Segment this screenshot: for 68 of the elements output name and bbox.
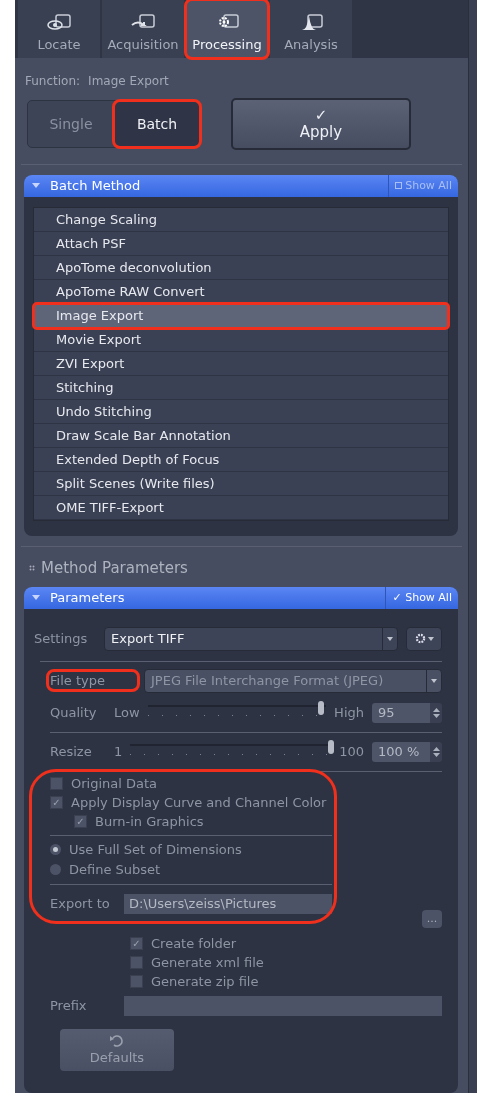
method-item[interactable]: Split Scenes (Write files) <box>34 471 448 496</box>
undo-icon <box>109 1034 125 1049</box>
browse-button[interactable]: ... <box>422 909 442 928</box>
checkbox-label: Apply Display Curve and Channel Color <box>71 794 327 810</box>
settings-menu-button[interactable] <box>406 626 442 651</box>
mode-button[interactable]: Single <box>28 100 114 147</box>
prefix-field[interactable] <box>124 995 442 1016</box>
tab[interactable]: Acquisition <box>102 0 184 58</box>
number-field[interactable]: 100 % <box>372 741 430 762</box>
checkbox[interactable]: ✓ <box>50 795 63 809</box>
method-item[interactable]: Attach PSF <box>34 231 448 256</box>
radio-button[interactable] <box>50 864 61 876</box>
checkbox-label: Generate xml file <box>151 954 264 970</box>
panel-header[interactable]: Batch Method Show All <box>24 174 458 197</box>
method-item[interactable]: ApoTome deconvolution <box>34 255 448 280</box>
path-field[interactable]: D:\Users\zeiss\Pictures <box>124 893 332 914</box>
method-item[interactable]: Undo Stitching <box>34 399 448 424</box>
grip-icon <box>29 564 35 571</box>
checkbox-label: Generate zip file <box>151 973 259 989</box>
panel-header[interactable]: Parameters ✓ Show All <box>24 586 458 609</box>
method-item[interactable]: Extended Depth of Focus <box>34 447 448 472</box>
eye-icon <box>46 12 72 33</box>
method-item[interactable]: Image Export <box>34 303 448 328</box>
checkbox[interactable]: ✓ <box>130 936 143 950</box>
field-label: Quality <box>50 705 98 721</box>
checkbox-icon <box>395 182 403 190</box>
tab[interactable]: Analysis <box>270 0 352 58</box>
settings-dropdown[interactable]: Export TIFF <box>104 626 398 651</box>
tab[interactable]: Processing <box>186 0 268 58</box>
checkbox[interactable]: ✓ <box>74 814 87 828</box>
method-item[interactable]: Movie Export <box>34 327 448 352</box>
apply-button[interactable]: ✓ Apply <box>231 97 411 150</box>
defaults-button[interactable]: Defaults <box>60 1028 174 1071</box>
method-item[interactable]: Stitching <box>34 375 448 400</box>
checkbox[interactable] <box>130 974 143 988</box>
mode-button[interactable]: Batch <box>114 100 200 147</box>
method-item[interactable]: Draw Scale Bar Annotation <box>34 423 448 448</box>
function-name: Image Export <box>88 73 169 88</box>
function-label: Function: <box>25 73 81 88</box>
spinner-icon[interactable] <box>432 705 440 720</box>
spinner-icon[interactable] <box>432 744 440 759</box>
method-item[interactable]: ZVI Export <box>34 351 448 376</box>
radio-label: Define Subset <box>69 862 161 878</box>
checkbox-label: Burn-in Graphics <box>95 813 204 829</box>
slider-thumb[interactable] <box>328 739 335 754</box>
checkbox-label: Original Data <box>71 775 158 791</box>
method-item[interactable]: OME TIFF-Export <box>34 495 448 520</box>
field-label: Resize <box>50 744 93 760</box>
field-label: Prefix <box>50 998 88 1014</box>
field-label: Settings <box>34 631 89 647</box>
slider-max-label: 100 <box>339 744 364 760</box>
slider-thumb[interactable] <box>317 700 324 715</box>
slider-min-label: Low <box>114 705 140 721</box>
field-label: Export to <box>50 896 111 912</box>
file-type-dropdown[interactable]: JPEG File Interchange Format (JPEG) <box>144 668 442 693</box>
section-title: Method Parameters <box>41 558 188 577</box>
show-all-toggle[interactable]: ✓ Show All <box>385 586 458 609</box>
checkbox[interactable] <box>50 776 63 790</box>
tab[interactable]: Locate <box>18 0 100 58</box>
slider-min-label: 1 <box>114 744 123 760</box>
number-field[interactable]: 95 <box>372 702 430 723</box>
radio-label: Use Full Set of Dimensions <box>69 842 242 858</box>
checkbox-label: Create folder <box>151 935 237 951</box>
checkbox[interactable] <box>130 955 143 969</box>
radio-button[interactable] <box>50 844 61 856</box>
gear-icon <box>414 633 426 645</box>
slider-max-label: High <box>334 705 364 721</box>
method-item[interactable]: Change Scaling <box>34 207 448 232</box>
